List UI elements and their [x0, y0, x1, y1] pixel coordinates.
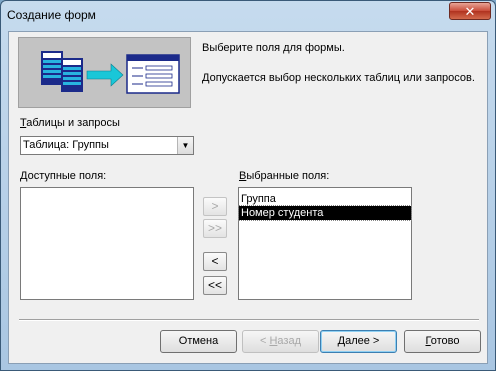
- finish-button[interactable]: Готово: [404, 330, 481, 353]
- tables-queries-select[interactable]: Таблица: Группы ▼: [20, 136, 194, 155]
- title-bar[interactable]: Создание форм ✕: [1, 1, 495, 31]
- hint-text: Допускается выбор нескольких таблиц или …: [202, 72, 475, 84]
- selected-fields-list[interactable]: Группа Номер студента: [238, 187, 412, 300]
- remove-field-button[interactable]: <: [203, 252, 227, 271]
- selected-fields-label: Выбранные поля:: [239, 170, 330, 182]
- available-fields-list[interactable]: [20, 187, 194, 300]
- close-icon: ✕: [464, 4, 476, 19]
- wizard-illustration-icon: [18, 37, 191, 108]
- back-button[interactable]: < Назад: [242, 330, 319, 353]
- tables-queries-label: Таблицы и запросы: [20, 117, 120, 129]
- add-field-button[interactable]: >: [203, 197, 227, 216]
- list-item-selected[interactable]: Номер студента: [238, 205, 412, 221]
- available-fields-label: Доступные поля:: [20, 170, 107, 182]
- add-all-fields-button[interactable]: >>: [203, 219, 227, 238]
- divider: [19, 319, 479, 321]
- next-button[interactable]: Далее >: [320, 330, 397, 353]
- tables-queries-value: Таблица: Группы: [23, 139, 109, 151]
- list-item[interactable]: Группа: [239, 192, 411, 206]
- form-wizard-window: Создание форм ✕ Выберите поля для формы.…: [0, 0, 496, 371]
- cancel-button[interactable]: Отмена: [160, 330, 237, 353]
- close-button[interactable]: ✕: [449, 2, 491, 20]
- dialog-client-area: Выберите поля для формы. Допускается выб…: [8, 31, 488, 364]
- remove-all-fields-button[interactable]: <<: [203, 276, 227, 295]
- window-title: Создание форм: [7, 8, 96, 22]
- instruction-text: Выберите поля для формы.: [202, 42, 345, 54]
- chevron-down-icon[interactable]: ▼: [177, 137, 193, 154]
